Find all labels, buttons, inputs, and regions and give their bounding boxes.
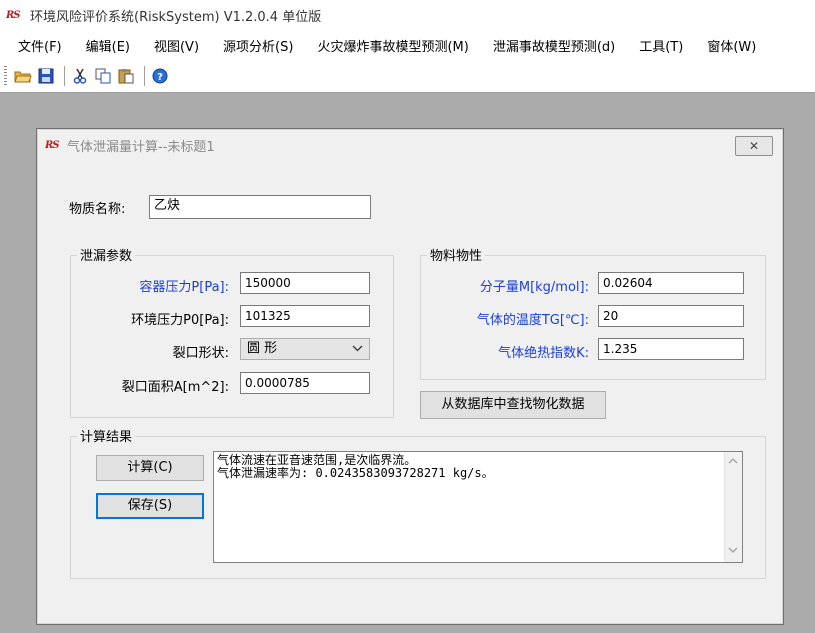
results-title: 计算结果 xyxy=(77,426,136,445)
toolbar-separator xyxy=(144,66,145,86)
area-label: 裂口面积A[m^2]: xyxy=(121,380,229,395)
substance-label: 物质名称: xyxy=(69,202,126,217)
result-textarea[interactable]: 气体流速在亚音速范围,是次临界流。 气体泄漏速率为: 0.02435830937… xyxy=(213,451,743,563)
gas-temperature-label: 气体的温度TG[℃]: xyxy=(476,313,589,328)
area-input[interactable]: 0.0000785 xyxy=(240,372,370,394)
scroll-down-icon[interactable] xyxy=(728,545,738,558)
app-titlebar: RS 环境风险评价系统(RiskSystem) V1.2.0.4 单位版 xyxy=(0,0,815,30)
menu-window[interactable]: 窗体(W) xyxy=(695,36,768,55)
chevron-down-icon xyxy=(352,342,363,358)
help-icon[interactable]: ? xyxy=(150,66,170,86)
menu-edit[interactable]: 编辑(E) xyxy=(74,36,142,55)
app-logo: RS xyxy=(6,9,21,21)
result-line-2: 气体泄漏速率为: 0.0243583093728271 kg/s。 xyxy=(217,466,494,480)
dialog-titlebar[interactable]: RS 气体泄漏量计算--未标题1 ✕ xyxy=(37,129,783,162)
material-props-title: 物料物性 xyxy=(427,245,486,264)
substance-input[interactable]: 乙炔 xyxy=(149,195,371,219)
menu-source-analysis[interactable]: 源项分析(S) xyxy=(211,36,305,55)
result-scrollbar[interactable] xyxy=(724,452,742,562)
menu-leak-model[interactable]: 泄漏事故模型预测(d) xyxy=(481,36,627,55)
toolbar: ? xyxy=(0,60,815,93)
copy-icon[interactable] xyxy=(93,66,113,86)
menu-tools[interactable]: 工具(T) xyxy=(627,36,695,55)
pressure-label: 容器压力P[Pa]: xyxy=(139,280,229,295)
cut-scissors-icon[interactable] xyxy=(70,66,90,86)
molecular-weight-input[interactable]: 0.02604 xyxy=(598,272,744,294)
leak-params-title: 泄漏参数 xyxy=(77,245,136,264)
open-folder-icon[interactable] xyxy=(13,66,33,86)
ambient-pressure-label: 环境压力P0[Pa]: xyxy=(131,313,229,328)
app-title: 环境风险评价系统(RiskSystem) V1.2.0.4 单位版 xyxy=(30,9,322,25)
menu-view[interactable]: 视图(V) xyxy=(142,36,211,55)
dialog-logo: RS xyxy=(45,140,60,151)
menu-file[interactable]: 文件(F) xyxy=(0,36,74,55)
save-disk-icon[interactable] xyxy=(36,66,56,86)
dialog-title: 气体泄漏量计算--未标题1 xyxy=(67,140,215,155)
gas-temperature-input[interactable]: 20 xyxy=(598,305,744,327)
close-button[interactable]: ✕ xyxy=(735,136,773,156)
svg-text:?: ? xyxy=(157,72,163,83)
scroll-up-icon[interactable] xyxy=(728,456,738,469)
shape-label: 裂口形状: xyxy=(172,346,229,361)
save-button[interactable]: 保存(S) xyxy=(96,493,204,519)
paste-icon[interactable] xyxy=(116,66,136,86)
gas-leak-dialog: RS 气体泄漏量计算--未标题1 ✕ 物质名称: 乙炔 泄漏参数 容器压力P[P… xyxy=(36,128,784,625)
shape-select[interactable]: 圆 形 xyxy=(240,338,370,360)
toolbar-grip xyxy=(4,66,7,86)
toolbar-separator xyxy=(64,66,65,86)
menu-fire-explosion-model[interactable]: 火灾爆炸事故模型预测(M) xyxy=(305,36,480,55)
close-icon: ✕ xyxy=(748,139,760,153)
shape-value: 圆 形 xyxy=(247,341,278,356)
pressure-input[interactable]: 150000 xyxy=(240,272,370,294)
adiabatic-index-label: 气体绝热指数K: xyxy=(498,346,589,361)
lookup-database-button[interactable]: 从数据库中查找物化数据 xyxy=(420,391,606,419)
ambient-pressure-input[interactable]: 101325 xyxy=(240,305,370,327)
adiabatic-index-input[interactable]: 1.235 xyxy=(598,338,744,360)
molecular-weight-label: 分子量M[kg/mol]: xyxy=(479,280,589,295)
menubar: 文件(F) 编辑(E) 视图(V) 源项分析(S) 火灾爆炸事故模型预测(M) … xyxy=(0,30,815,60)
calculate-button[interactable]: 计算(C) xyxy=(96,455,204,481)
